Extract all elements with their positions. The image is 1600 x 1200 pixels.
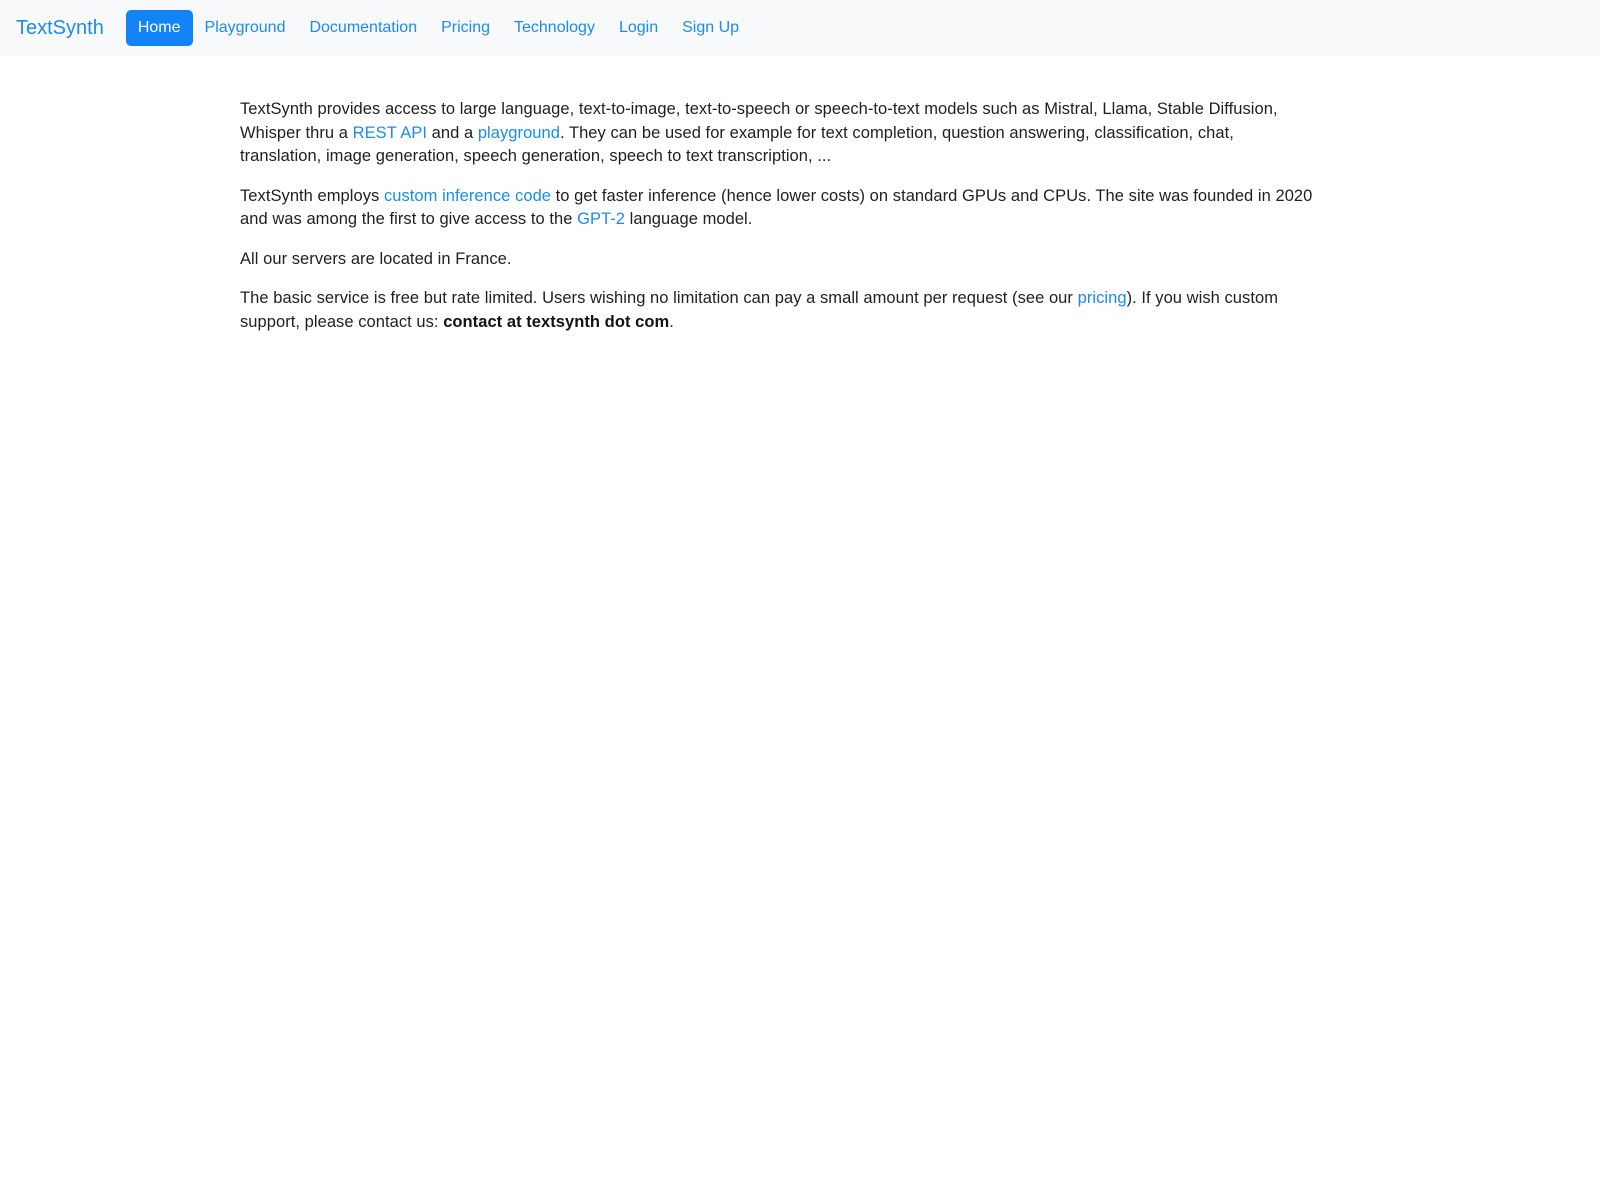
brand-logo[interactable]: TextSynth [16,12,112,44]
nav-item-signup: Sign Up [670,10,751,46]
link-custom-inference-code[interactable]: custom inference code [384,187,551,205]
nav-list: Home Playground Documentation Pricing Te… [125,10,751,46]
nav-item-home: Home [125,10,193,46]
nav-link-technology[interactable]: Technology [502,10,607,46]
link-rest-api[interactable]: REST API [353,124,427,142]
inference-text-part3: language model. [625,210,753,228]
nav-item-technology: Technology [502,10,607,46]
link-pricing[interactable]: pricing [1078,289,1127,307]
pricing-text-part3: . [669,312,674,331]
contact-email-text: contact at textsynth dot com [443,312,670,331]
intro-text-part2: and a [427,123,478,142]
nav-item-documentation: Documentation [297,10,429,46]
nav-link-pricing[interactable]: Pricing [429,10,502,46]
paragraph-pricing-contact: The basic service is free but rate limit… [240,287,1318,334]
link-gpt-2[interactable]: GPT-2 [577,210,625,228]
main-navbar: TextSynth Home Playground Documentation … [0,0,1600,56]
pricing-text-part1: The basic service is free but rate limit… [240,289,1078,307]
paragraph-intro: TextSynth provides access to large langu… [240,98,1318,169]
nav-item-login: Login [607,10,670,46]
main-content: TextSynth provides access to large langu… [0,56,1600,334]
nav-item-playground: Playground [193,10,298,46]
nav-link-documentation[interactable]: Documentation [297,10,429,46]
nav-link-login[interactable]: Login [607,10,670,46]
paragraph-servers: All our servers are located in France. [240,249,512,268]
intro-prose: TextSynth provides access to large langu… [240,98,1318,334]
nav-link-home[interactable]: Home [125,10,193,46]
link-playground[interactable]: playground [478,124,560,142]
inference-text-part1: TextSynth employs [240,186,384,205]
nav-link-playground[interactable]: Playground [193,10,298,46]
nav-link-signup[interactable]: Sign Up [670,10,751,46]
nav-item-pricing: Pricing [429,10,502,46]
paragraph-inference: TextSynth employs custom inference code … [240,185,1318,232]
